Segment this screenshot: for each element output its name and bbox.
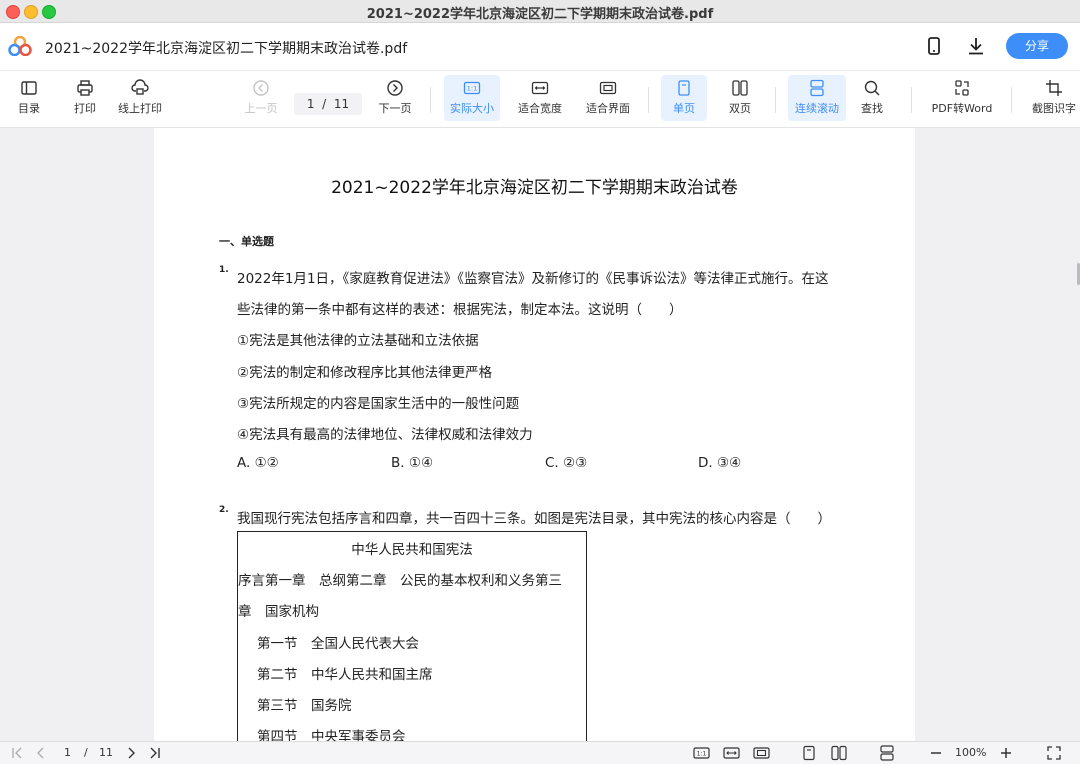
online-print-label: 线上打印 — [118, 102, 162, 115]
download-icon[interactable] — [965, 35, 987, 57]
bottom-page-separator: / — [84, 746, 88, 759]
single-page-icon — [678, 80, 690, 96]
question-line: 2022年1月1日，《家庭教育促进法》《监察官法》及新修订的《民事诉讼法》等法律… — [237, 271, 829, 287]
continuous-scroll-icon[interactable] — [879, 745, 895, 761]
actual-size-icon[interactable]: 1:1 — [693, 745, 710, 761]
bottom-bar: 1 / 11 1:1 100% — [0, 741, 1080, 764]
zoom-level[interactable]: 100% — [955, 745, 986, 761]
chevron-left-circle-icon — [253, 80, 269, 96]
window-titlebar: 2021~2022学年北京海淀区初二下学期期末政治试卷.pdf — [0, 0, 1080, 23]
screenshot-ocr-button[interactable]: 截图识字 — [1028, 75, 1080, 121]
app-header: 2021~2022学年北京海淀区初二下学期期末政治试卷.pdf 分享 — [0, 23, 1080, 71]
sidebar-icon — [21, 81, 37, 95]
continuous-scroll-icon — [810, 79, 824, 97]
pdf-page: 2021~2022学年北京海淀区初二下学期期末政治试卷 一、单选题 1. 202… — [154, 128, 915, 741]
fit-page-label: 适合界面 — [586, 102, 630, 115]
find-label: 查找 — [861, 102, 883, 115]
cloud-print-icon — [131, 79, 149, 95]
phone-icon[interactable] — [923, 35, 945, 57]
choice-statement: ④宪法具有最高的法律地位、法律权威和法律效力 — [237, 427, 533, 443]
single-page-label: 单页 — [673, 102, 695, 115]
toc-label: 目录 — [18, 102, 40, 115]
online-print-button[interactable]: 线上打印 — [112, 75, 168, 121]
svg-text:1:1: 1:1 — [697, 751, 707, 758]
share-button[interactable]: 分享 — [1006, 33, 1068, 59]
first-page-icon[interactable] — [10, 745, 24, 761]
chevron-right-circle-icon — [387, 80, 403, 96]
pdf-to-word-button[interactable]: PDF转Word — [926, 75, 998, 121]
actual-size-icon: 1:1 — [463, 81, 481, 95]
table-row: 第一节 全国人民代表大会 — [257, 636, 419, 652]
prev-page-button[interactable]: 上一页 — [240, 75, 282, 121]
zoom-out-icon[interactable] — [929, 745, 943, 761]
table-row: 第二节 中华人民共和国主席 — [257, 667, 433, 683]
toc-button[interactable]: 目录 — [8, 75, 50, 121]
fit-width-label: 适合宽度 — [518, 102, 562, 115]
next-page-button[interactable]: 下一页 — [374, 75, 416, 121]
table-row: 序言第一章 总纲第二章 公民的基本权利和义务第三 — [238, 573, 562, 589]
screenshot-ocr-label: 截图识字 — [1032, 102, 1076, 115]
bottom-page-total: 11 — [99, 746, 113, 759]
single-page-button[interactable]: 单页 — [661, 75, 707, 121]
window-title: 2021~2022学年北京海淀区初二下学期期末政治试卷.pdf — [366, 7, 714, 22]
actual-size-button[interactable]: 1:1 实际大小 — [444, 75, 500, 121]
choice-statement: ①宪法是其他法律的立法基础和立法依据 — [237, 333, 479, 349]
pdf-to-word-label: PDF转Word — [931, 102, 993, 115]
prev-page-icon[interactable] — [34, 745, 46, 761]
bottom-page-current[interactable]: 1 — [64, 745, 71, 761]
svg-text:1:1: 1:1 — [467, 85, 477, 93]
fullscreen-icon[interactable] — [1046, 745, 1062, 761]
fit-width-icon[interactable] — [723, 745, 740, 761]
choice-statement: ②宪法的制定和修改程序比其他法律更严格 — [237, 365, 493, 381]
question-line: 些法律的第一条中都有这样的表述：根据宪法，制定本法。这说明（ ） — [237, 302, 683, 318]
fit-width-icon — [531, 81, 549, 95]
zoom-in-icon[interactable] — [999, 745, 1013, 761]
print-button[interactable]: 打印 — [64, 75, 106, 121]
constitution-contents-table: 中华人民共和国宪法 序言第一章 总纲第二章 公民的基本权利和义务第三 章 国家机… — [237, 531, 587, 741]
continuous-scroll-button[interactable]: 连续滚动 — [788, 75, 846, 121]
section-heading: 一、单选题 — [219, 235, 274, 248]
table-row: 第四节 中央军事委员会 — [257, 729, 406, 741]
search-icon — [864, 80, 880, 96]
next-page-label: 下一页 — [378, 102, 412, 115]
fit-page-button[interactable]: 适合界面 — [580, 75, 636, 121]
question-number: 2. — [219, 505, 229, 515]
last-page-icon[interactable] — [148, 745, 162, 761]
double-page-icon[interactable] — [831, 745, 847, 761]
table-row: 第三节 国务院 — [257, 698, 352, 714]
actual-size-label: 实际大小 — [450, 102, 494, 115]
double-page-label: 双页 — [729, 102, 751, 115]
answer-option-a: A. ①② — [237, 455, 279, 471]
fit-width-button[interactable]: 适合宽度 — [512, 75, 568, 121]
fit-page-icon[interactable] — [753, 745, 770, 761]
convert-icon — [955, 80, 969, 96]
document-title: 2021~2022学年北京海淀区初二下学期期末政治试卷.pdf — [45, 41, 408, 57]
print-label: 打印 — [74, 102, 96, 115]
crop-icon — [1046, 80, 1062, 96]
prev-page-label: 上一页 — [244, 102, 278, 115]
table-row: 中华人民共和国宪法 — [351, 542, 473, 558]
fit-page-icon — [599, 81, 617, 95]
page-number-input[interactable]: 1 / 11 — [294, 93, 362, 115]
choice-statement: ③宪法所规定的内容是国家生活中的一般性问题 — [237, 396, 520, 412]
question-line: 我国现行宪法包括序言和四章，共一百四十三条。如图是宪法目录，其中宪法的核心内容是… — [237, 511, 831, 527]
exam-title: 2021~2022学年北京海淀区初二下学期期末政治试卷 — [331, 178, 738, 198]
find-button[interactable]: 查找 — [852, 75, 892, 121]
app-logo-icon — [8, 36, 32, 56]
double-page-icon — [732, 80, 748, 96]
double-page-button[interactable]: 双页 — [717, 75, 763, 121]
table-row: 章 国家机构 — [238, 604, 319, 620]
toolbar: 目录 打印 线上打印 上一页 1 / 11 下一页 1:1 实际大小 适合宽度 … — [0, 71, 1080, 128]
answer-option-c: C. ②③ — [545, 455, 588, 471]
next-page-icon[interactable] — [126, 745, 138, 761]
continuous-scroll-label: 连续滚动 — [795, 102, 839, 115]
answer-option-b: B. ①④ — [391, 455, 434, 471]
printer-icon — [77, 80, 93, 96]
question-number: 1. — [219, 265, 229, 275]
single-page-icon[interactable] — [802, 745, 816, 761]
answer-option-d: D. ③④ — [698, 455, 742, 471]
document-viewport[interactable]: 2021~2022学年北京海淀区初二下学期期末政治试卷 一、单选题 1. 202… — [0, 128, 1080, 741]
